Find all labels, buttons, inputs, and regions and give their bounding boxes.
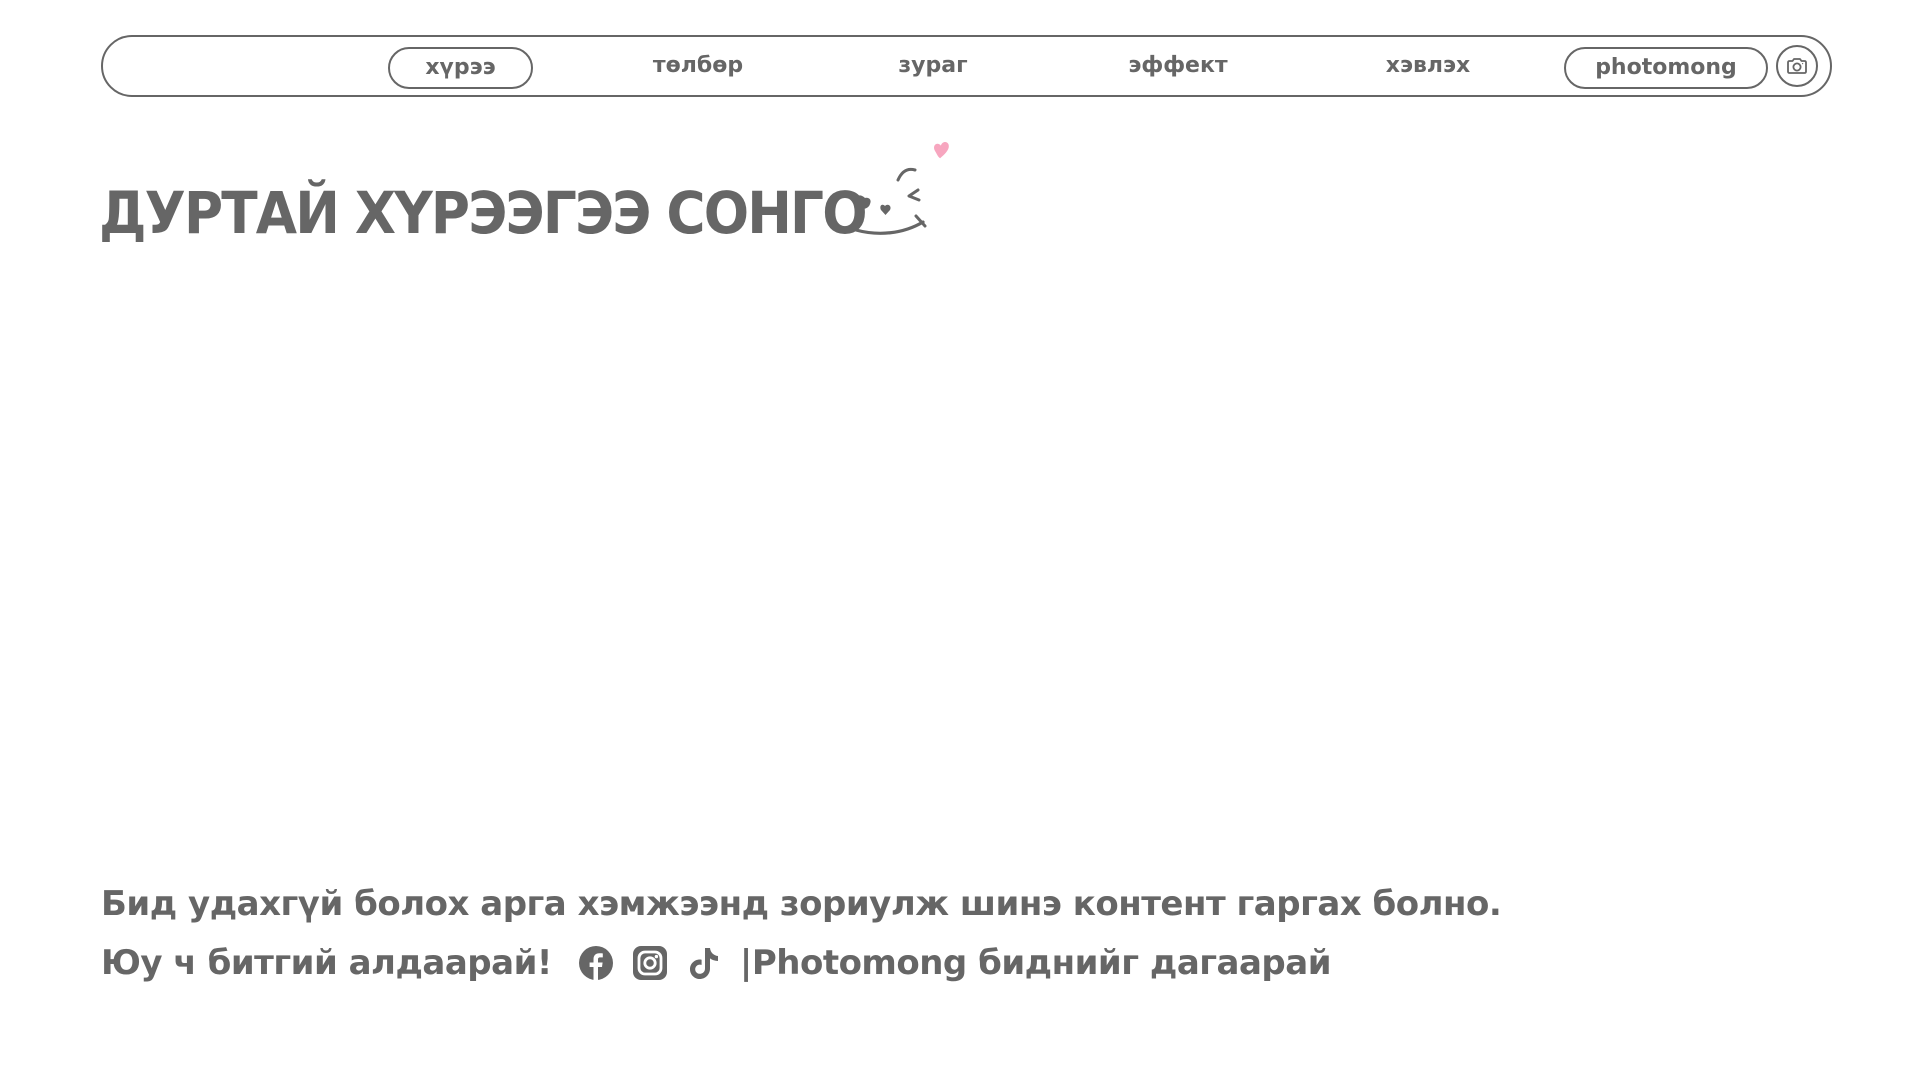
facebook-link[interactable]: [576, 943, 616, 983]
wink-face-icon: [854, 142, 949, 235]
page-title: ДУРТАЙ ХҮРЭЭГЭЭ СОНГО: [99, 179, 868, 247]
footer-announcement: Бид удахгүй болох арга хэмжээнд зориулж …: [101, 884, 1502, 924]
instagram-icon: [632, 946, 667, 980]
nav-item-photo[interactable]: зураг: [863, 47, 1003, 89]
facebook-icon: [578, 946, 613, 980]
instagram-link[interactable]: [630, 943, 670, 983]
tiktok-link[interactable]: [684, 943, 724, 983]
nav-item-frame[interactable]: хүрээ: [388, 47, 533, 89]
footer-follow-text: |Photomong биднийг дагаарай: [739, 943, 1332, 983]
footer-follow-row: Юу ч битгий алдаарай! |Photomong биднийг…: [101, 935, 1332, 991]
footer-dont-miss: Юу ч битгий алдаарай!: [101, 943, 552, 983]
brand-button[interactable]: photomong: [1564, 47, 1768, 89]
camera-button[interactable]: [1776, 45, 1818, 87]
nav-item-payment[interactable]: төлбөр: [623, 47, 773, 89]
nav-item-print[interactable]: хэвлэх: [1348, 47, 1508, 89]
top-nav: хүрээ төлбөр зураг эффект хэвлэх photomo…: [101, 35, 1832, 97]
nav-item-effect[interactable]: эффект: [1093, 47, 1263, 89]
camera-icon: [1787, 58, 1807, 74]
tiktok-icon: [689, 948, 718, 979]
